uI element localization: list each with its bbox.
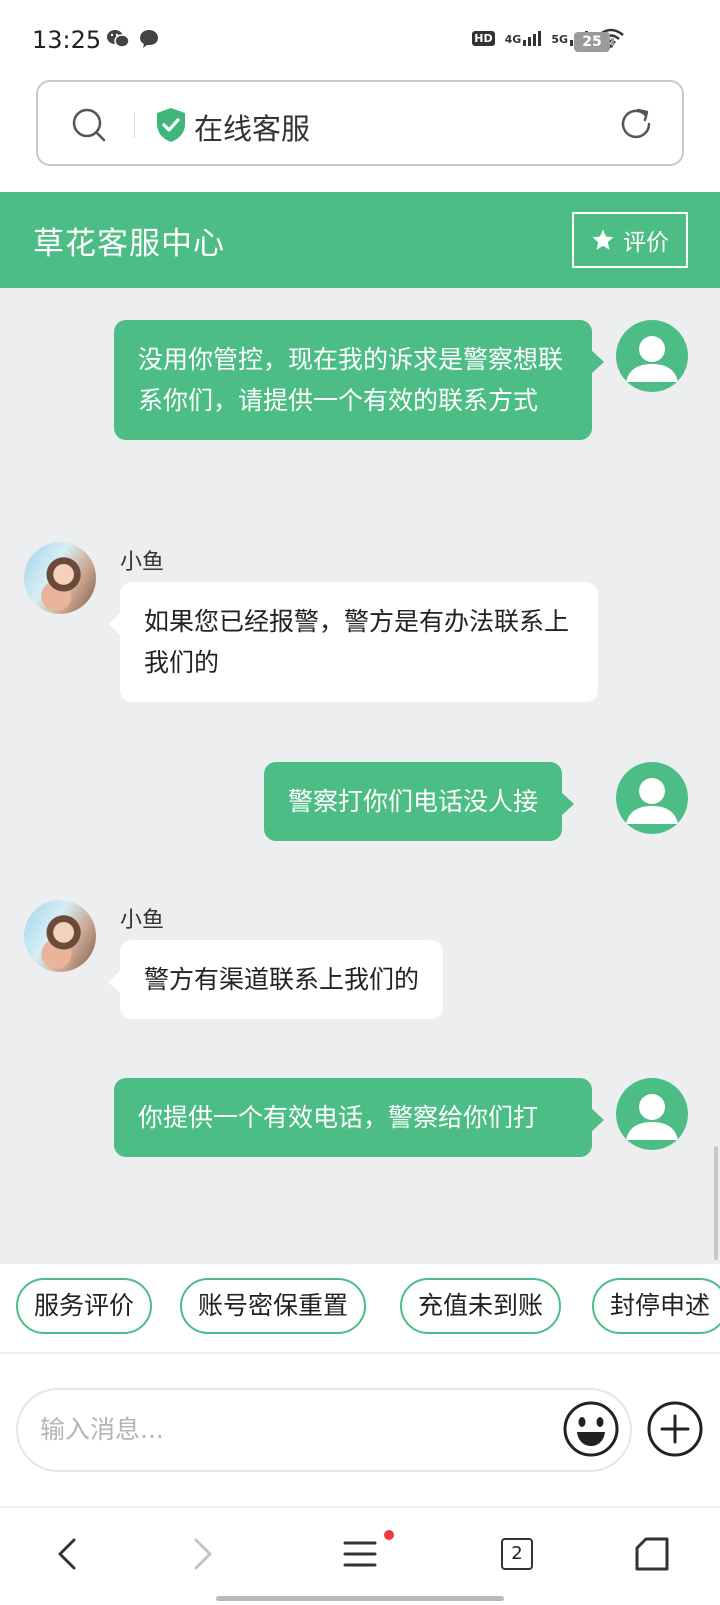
message-text: 警方有渠道联系上我们的 xyxy=(144,965,420,994)
user-icon xyxy=(626,778,678,824)
hd-indicator: HD xyxy=(472,30,495,46)
agent-avatar[interactable] xyxy=(24,542,96,614)
user-message-bubble[interactable]: 你提供一个有效电话，警察给你们打 xyxy=(114,1078,604,1157)
user-avatar[interactable] xyxy=(616,1078,688,1150)
battery-indicator: 25 xyxy=(574,32,614,52)
wechat-icon xyxy=(107,30,130,48)
user-message-bubble[interactable]: 警察打你们电话没人接 xyxy=(264,762,575,841)
message-text: 如果您已经报警，警方是有办法联系上我们的 xyxy=(144,607,570,677)
tabs-button[interactable]: 2 xyxy=(501,1538,533,1570)
search-icon[interactable] xyxy=(70,106,108,144)
agent-message-bubble[interactable]: 如果您已经报警，警方是有办法联系上我们的 xyxy=(108,582,598,702)
agent-name: 小鱼 xyxy=(120,550,165,575)
star-icon xyxy=(592,229,614,250)
user-icon xyxy=(626,1094,678,1140)
signal-bars-icon xyxy=(523,30,542,46)
page-title: 草花客服中心 xyxy=(33,226,225,262)
user-message-bubble[interactable]: 没用你管控，现在我的诉求是警察想联系你们，请提供一个有效的联系方式 xyxy=(114,320,604,440)
rate-button[interactable]: 评价 xyxy=(572,212,688,268)
agent-avatar[interactable] xyxy=(24,900,96,972)
input-row: 输入消息... xyxy=(0,1356,720,1506)
status-time: 13:25 xyxy=(32,26,102,54)
emoji-icon[interactable] xyxy=(562,1400,620,1458)
chat-scrollbar[interactable] xyxy=(714,1146,718,1260)
agent-name: 小鱼 xyxy=(120,908,165,933)
quick-reply-bar[interactable]: 服务评价 账号密保重置 充值未到账 封停申述 xyxy=(0,1264,720,1354)
home-icon[interactable] xyxy=(632,1534,672,1574)
status-bar: 13:25 HD 4G 5G 25 xyxy=(0,0,720,80)
signal-5g-label: 5G xyxy=(551,33,568,46)
home-indicator[interactable] xyxy=(216,1596,504,1601)
plus-icon[interactable] xyxy=(646,1400,704,1458)
message-text: 没用你管控，现在我的诉求是警察想联系你们，请提供一个有效的联系方式 xyxy=(138,345,564,415)
status-app-icons xyxy=(106,28,160,50)
menu-icon[interactable] xyxy=(340,1534,380,1574)
message-text: 你提供一个有效电话，警察给你们打 xyxy=(138,1103,539,1132)
message-icon xyxy=(140,30,158,48)
agent-message-bubble[interactable]: 警方有渠道联系上我们的 xyxy=(107,940,444,1019)
address-divider xyxy=(134,112,135,138)
chat-area[interactable]: 没用你管控，现在我的诉求是警察想联系你们，请提供一个有效的联系方式 小鱼 如果您… xyxy=(0,288,720,1264)
quick-reply-account-reset[interactable]: 账号密保重置 xyxy=(180,1278,367,1334)
page-header: 草花客服中心 评价 xyxy=(0,192,720,288)
user-icon xyxy=(626,336,678,382)
back-icon[interactable] xyxy=(50,1534,86,1574)
quick-reply-recharge-missing[interactable]: 充值未到账 xyxy=(400,1278,562,1334)
signal-4g: 4G xyxy=(505,30,542,46)
address-title: 在线客服 xyxy=(194,112,311,146)
forward-icon[interactable] xyxy=(184,1534,220,1574)
user-avatar[interactable] xyxy=(616,320,688,392)
notification-dot xyxy=(384,1530,394,1540)
message-input[interactable]: 输入消息... xyxy=(16,1388,632,1472)
quick-reply-ban-appeal[interactable]: 封停申述 xyxy=(592,1278,720,1334)
signal-4g-label: 4G xyxy=(504,33,522,46)
address-bar[interactable]: 在线客服 xyxy=(36,80,684,166)
rate-button-label: 评价 xyxy=(623,230,669,256)
quick-reply-service-rating[interactable]: 服务评价 xyxy=(16,1278,153,1334)
shield-check-icon xyxy=(157,108,185,142)
reload-icon[interactable] xyxy=(618,106,654,142)
browser-nav: 2 xyxy=(0,1506,720,1605)
hd-label: HD xyxy=(472,30,495,46)
message-text: 警察打你们电话没人接 xyxy=(288,787,539,816)
user-avatar[interactable] xyxy=(616,762,688,834)
